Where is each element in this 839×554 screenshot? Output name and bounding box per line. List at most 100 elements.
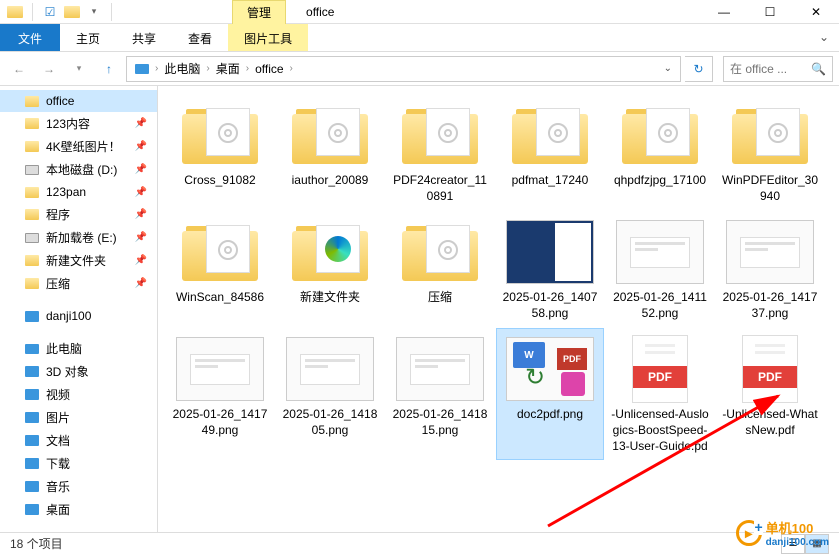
chevron-right-icon[interactable]: ›	[288, 63, 295, 74]
folder-icon	[24, 139, 40, 155]
tree-item[interactable]: 下载	[0, 452, 157, 475]
tree-item[interactable]: 新加载卷 (E:)📌	[0, 226, 157, 249]
file-item[interactable]: WinScan_84586	[166, 211, 274, 326]
status-bar: 18 个项目 ☰ ▦	[0, 532, 839, 554]
file-item[interactable]: WinPDFEditor_30940	[716, 94, 824, 209]
tree-item[interactable]: office	[0, 90, 157, 112]
tree-item-label: 下载	[46, 455, 70, 472]
file-item[interactable]: PDF-Unlicensed-Auslogics-BoostSpeed-13-U…	[606, 328, 714, 460]
pin-icon: 📌	[135, 278, 147, 289]
folder-icon	[392, 216, 488, 288]
breadcrumb-segment[interactable]: office	[251, 62, 287, 76]
ribbon-context-tab[interactable]: 管理	[232, 0, 286, 24]
tree-item[interactable]: danji100	[0, 305, 157, 327]
close-button[interactable]: ✕	[793, 0, 839, 24]
ribbon-tab-file[interactable]: 文件	[0, 24, 60, 51]
refresh-button[interactable]: ↻	[685, 56, 713, 82]
icons-view-button[interactable]: ▦	[805, 534, 829, 554]
file-item[interactable]: 2025-01-26_141737.png	[716, 211, 824, 326]
tree-item-label: 3D 对象	[46, 363, 89, 380]
tree-item[interactable]: 压缩📌	[0, 272, 157, 295]
minimize-button[interactable]: —	[701, 0, 747, 24]
tree-item-label: 新建文件夹	[46, 252, 106, 269]
file-item[interactable]: qhpdfzjpg_17100	[606, 94, 714, 209]
navigation-tree[interactable]: office123内容📌4K壁纸图片！📌本地磁盘 (D:)📌123pan📌程序📌…	[0, 86, 158, 532]
maximize-button[interactable]: ☐	[747, 0, 793, 24]
tree-item[interactable]: 本地磁盘 (D:)📌	[0, 158, 157, 181]
ribbon-tab-home[interactable]: 主页	[60, 24, 116, 51]
image-thumbnail: WPDF↻	[502, 333, 598, 405]
breadcrumb-segment[interactable]: 桌面	[212, 60, 244, 77]
tree-item[interactable]: 桌面	[0, 498, 157, 521]
chevron-right-icon[interactable]: ›	[204, 63, 211, 74]
file-item[interactable]: PDF-Unlicensed-WhatsNew.pdf	[716, 328, 824, 460]
file-item[interactable]: 2025-01-26_141152.png	[606, 211, 714, 326]
image-thumbnail	[282, 333, 378, 405]
nav-back-button[interactable]: ←	[6, 56, 32, 82]
tree-item[interactable]: 新建文件夹📌	[0, 249, 157, 272]
chevron-right-icon[interactable]: ›	[153, 63, 160, 74]
file-item[interactable]: PDF24creator_110891	[386, 94, 494, 209]
blue-icon	[24, 387, 40, 403]
file-name-label: 新建文件夹	[300, 290, 360, 306]
tree-item-label: 123pan	[46, 185, 86, 199]
file-item[interactable]: 2025-01-26_141805.png	[276, 328, 384, 460]
properties-icon[interactable]: ☑	[41, 3, 59, 21]
address-dropdown-icon[interactable]: ⌄	[664, 63, 676, 74]
folder-icon	[24, 184, 40, 200]
tree-item[interactable]: 123pan📌	[0, 181, 157, 203]
search-icon[interactable]: 🔍	[811, 62, 826, 76]
file-item[interactable]: iauthor_20089	[276, 94, 384, 209]
search-box[interactable]: 🔍	[723, 56, 833, 82]
tree-item[interactable]: 3D 对象	[0, 360, 157, 383]
nav-forward-button[interactable]: →	[36, 56, 62, 82]
nav-up-button[interactable]: ↑	[96, 56, 122, 82]
file-item[interactable]: pdfmat_17240	[496, 94, 604, 209]
folder-icon	[392, 99, 488, 171]
folder-icon	[24, 116, 40, 132]
ribbon-expand-icon[interactable]: ⌄	[809, 24, 839, 51]
file-name-label: 2025-01-26_140758.png	[501, 290, 599, 321]
tree-item[interactable]: 程序📌	[0, 203, 157, 226]
file-name-label: 2025-01-26_141749.png	[171, 407, 269, 438]
ribbon-tab-view[interactable]: 查看	[172, 24, 228, 51]
search-input[interactable]	[730, 62, 807, 76]
pdf-icon: PDF	[612, 333, 708, 405]
blue-icon	[24, 410, 40, 426]
view-switcher: ☰ ▦	[781, 534, 829, 554]
file-item[interactable]: WPDF↻doc2pdf.png	[496, 328, 604, 460]
files-view[interactable]: Cross_91082iauthor_20089PDF24creator_110…	[158, 86, 839, 532]
ribbon-tab-share[interactable]: 共享	[116, 24, 172, 51]
tree-item[interactable]: 图片	[0, 406, 157, 429]
file-item[interactable]: Cross_91082	[166, 94, 274, 209]
pin-icon: 📌	[135, 164, 147, 175]
tree-item[interactable]: 4K壁纸图片！📌	[0, 135, 157, 158]
chevron-right-icon[interactable]: ›	[244, 63, 251, 74]
tree-item-label: 音乐	[46, 478, 70, 495]
window-title: office	[306, 5, 334, 19]
tree-item-label: office	[46, 94, 74, 108]
folder-icon[interactable]	[6, 3, 24, 21]
file-item[interactable]: 2025-01-26_141815.png	[386, 328, 494, 460]
qat-dropdown-icon[interactable]: ▾	[85, 3, 103, 21]
navigation-bar: ← → ▾ ↑ › 此电脑 › 桌面 › office › ⌄ ↻ 🔍	[0, 52, 839, 86]
details-view-button[interactable]: ☰	[781, 534, 805, 554]
ribbon-tab-picture-tools[interactable]: 图片工具	[228, 24, 308, 51]
file-item[interactable]: 新建文件夹	[276, 211, 384, 326]
tree-item[interactable]: 音乐	[0, 475, 157, 498]
file-item[interactable]: 2025-01-26_140758.png	[496, 211, 604, 326]
new-folder-icon[interactable]	[63, 3, 81, 21]
tree-item[interactable]: 文档	[0, 429, 157, 452]
nav-recent-dropdown[interactable]: ▾	[66, 56, 92, 82]
address-bar[interactable]: › 此电脑 › 桌面 › office › ⌄	[126, 56, 681, 82]
tree-item[interactable]: 此电脑	[0, 337, 157, 360]
tree-item[interactable]: 视频	[0, 383, 157, 406]
breadcrumb-segment[interactable]: 此电脑	[160, 60, 204, 77]
tree-item[interactable]: 123内容📌	[0, 112, 157, 135]
pc-icon[interactable]	[131, 64, 153, 74]
file-item[interactable]: 2025-01-26_141749.png	[166, 328, 274, 460]
folder-icon	[172, 99, 268, 171]
file-item[interactable]: 压缩	[386, 211, 494, 326]
pin-icon: 📌	[135, 141, 147, 152]
tree-item-label: 新加载卷 (E:)	[46, 229, 117, 246]
